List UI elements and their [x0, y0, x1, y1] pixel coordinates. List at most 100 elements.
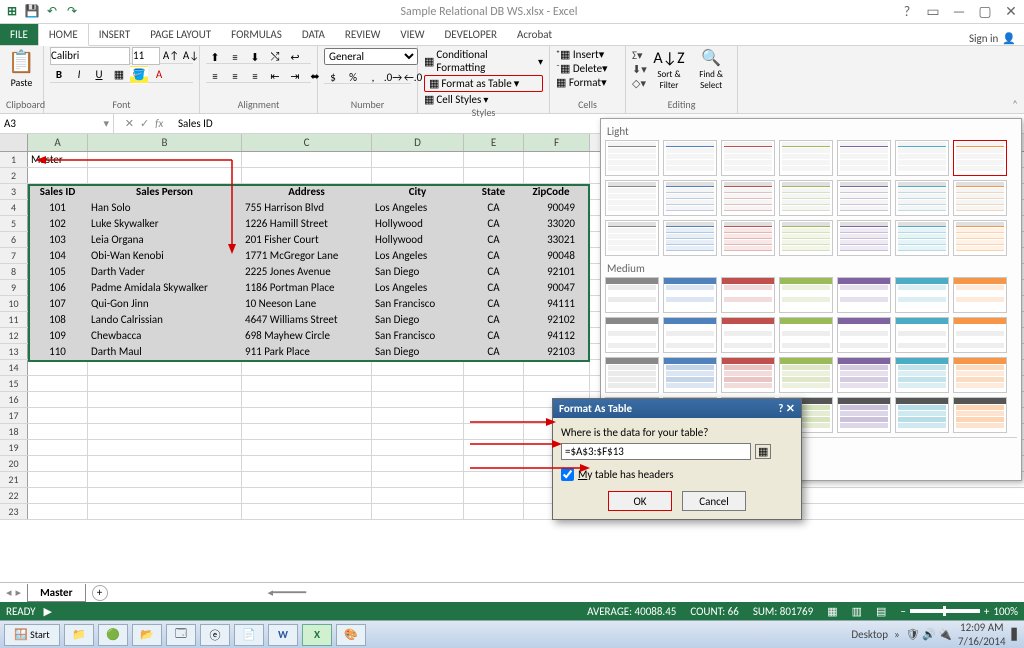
table-style-medium[interactable]: [721, 277, 775, 313]
decrease-font-icon[interactable]: A↓: [182, 47, 200, 65]
tab-acrobat[interactable]: Acrobat: [507, 24, 562, 45]
close-icon[interactable]: ✕: [1002, 3, 1020, 20]
table-style-medium[interactable]: [953, 357, 1007, 393]
next-sheet-icon[interactable]: ▸: [16, 586, 22, 599]
comma-icon[interactable]: ,: [364, 68, 382, 86]
table-style-light[interactable]: [837, 220, 891, 256]
start-button[interactable]: 🪟Start: [4, 624, 60, 646]
increase-font-icon[interactable]: A↑: [162, 47, 180, 65]
inc-decimal-icon[interactable]: .0→: [384, 68, 402, 86]
paint-icon[interactable]: 🎨: [336, 624, 366, 646]
tab-page-layout[interactable]: PAGE LAYOUT: [140, 24, 221, 45]
tray-icons[interactable]: 🛡 🔊 🔌: [906, 628, 952, 641]
view-break-icon[interactable]: ▤: [876, 605, 886, 618]
select-all-corner[interactable]: [0, 134, 28, 151]
view-layout-icon[interactable]: ▥: [852, 605, 862, 618]
table-style-medium[interactable]: [779, 277, 833, 313]
excel-icon[interactable]: X: [302, 624, 332, 646]
table-style-light[interactable]: [605, 180, 659, 216]
tab-data[interactable]: DATA: [292, 24, 335, 45]
font-name-input[interactable]: [50, 47, 130, 65]
tab-view[interactable]: VIEW: [390, 24, 434, 45]
fill-icon[interactable]: ⬇▾: [632, 63, 647, 76]
number-format-select[interactable]: General: [324, 48, 418, 65]
table-style-medium[interactable]: [895, 317, 949, 353]
ie-icon[interactable]: ⓔ: [200, 624, 230, 646]
word-icon[interactable]: W: [268, 624, 298, 646]
align-center-icon[interactable]: ≡: [226, 67, 244, 85]
table-style-light[interactable]: [895, 180, 949, 216]
table-style-medium[interactable]: [837, 277, 891, 313]
table-style-light[interactable]: [779, 180, 833, 216]
find-select-icon[interactable]: 🔍: [701, 48, 721, 68]
table-style-medium[interactable]: [663, 317, 717, 353]
bold-button[interactable]: B: [50, 66, 68, 84]
name-box[interactable]: A3▾: [0, 114, 114, 133]
dialog-help-icon[interactable]: ? ✕: [778, 402, 795, 415]
range-picker-icon[interactable]: ▦: [755, 444, 771, 459]
table-style-light[interactable]: [663, 140, 717, 176]
sort-filter-icon[interactable]: A↓Z: [653, 49, 684, 68]
row-header[interactable]: 23: [0, 504, 28, 519]
row-header[interactable]: 21: [0, 472, 28, 487]
row-header[interactable]: 4: [0, 200, 28, 215]
table-style-medium[interactable]: [895, 357, 949, 393]
table-style-light[interactable]: [837, 180, 891, 216]
col-header-d[interactable]: D: [372, 134, 464, 151]
fill-color-icon[interactable]: 🪣: [130, 66, 148, 84]
table-style-medium[interactable]: [837, 317, 891, 353]
row-header[interactable]: 2: [0, 168, 28, 183]
row-header[interactable]: 9: [0, 280, 28, 295]
table-style-light[interactable]: [721, 140, 775, 176]
table-style-light[interactable]: [605, 140, 659, 176]
tab-review[interactable]: REVIEW: [335, 24, 391, 45]
format-button[interactable]: ▦ Format▾: [556, 76, 619, 89]
align-top-icon[interactable]: ⬆: [206, 48, 224, 66]
table-style-medium[interactable]: [605, 357, 659, 393]
table-style-light[interactable]: [953, 220, 1007, 256]
autosum-icon[interactable]: Σ▾: [632, 49, 647, 62]
table-style-medium[interactable]: [721, 317, 775, 353]
folder2-icon[interactable]: 📂: [132, 624, 162, 646]
headers-label[interactable]: My table has headers: [578, 468, 674, 481]
range-input[interactable]: [561, 443, 751, 460]
format-as-table-button[interactable]: ▦Format as Table▾: [424, 75, 543, 92]
tab-home[interactable]: HOME: [38, 23, 89, 46]
row-header[interactable]: 19: [0, 440, 28, 455]
table-style-light[interactable]: [663, 220, 717, 256]
table-style-light[interactable]: [953, 140, 1007, 176]
table-style-medium[interactable]: [837, 357, 891, 393]
cancel-formula-icon[interactable]: ✕: [125, 117, 134, 130]
row-header[interactable]: 14: [0, 360, 28, 375]
show-desktop[interactable]: Desktop: [851, 628, 888, 641]
paste-icon[interactable]: 📋: [8, 48, 35, 75]
row-header[interactable]: 20: [0, 456, 28, 471]
orientation-icon[interactable]: ⤭: [266, 48, 284, 66]
border-icon[interactable]: ▦: [110, 66, 128, 84]
fx-icon[interactable]: fx: [155, 117, 163, 130]
row-header[interactable]: 16: [0, 392, 28, 407]
row-header[interactable]: 13: [0, 344, 28, 359]
table-style-medium[interactable]: [953, 397, 1007, 433]
table-style-light[interactable]: [895, 220, 949, 256]
row-header[interactable]: 8: [0, 264, 28, 279]
col-header-c[interactable]: C: [242, 134, 372, 151]
table-style-light[interactable]: [721, 180, 775, 216]
zoom-out-icon[interactable]: −: [900, 605, 905, 618]
delete-button[interactable]: ⁻▦ Delete▾: [556, 62, 619, 75]
row-header[interactable]: 5: [0, 216, 28, 231]
ribbon-options-icon[interactable]: ▭: [924, 3, 942, 20]
table-style-light[interactable]: [953, 180, 1007, 216]
row-header[interactable]: 22: [0, 488, 28, 503]
tab-insert[interactable]: INSERT: [89, 24, 141, 45]
redo-icon[interactable]: ↷: [64, 4, 80, 20]
table-style-light[interactable]: [721, 220, 775, 256]
table-style-medium[interactable]: [779, 357, 833, 393]
percent-icon[interactable]: %: [344, 68, 362, 86]
font-color-icon[interactable]: A: [150, 66, 168, 84]
table-style-medium[interactable]: [837, 397, 891, 433]
table-style-light[interactable]: [663, 180, 717, 216]
table-style-medium[interactable]: [895, 277, 949, 313]
app1-icon[interactable]: 🗔: [166, 624, 196, 646]
row-header[interactable]: 1: [0, 152, 28, 167]
